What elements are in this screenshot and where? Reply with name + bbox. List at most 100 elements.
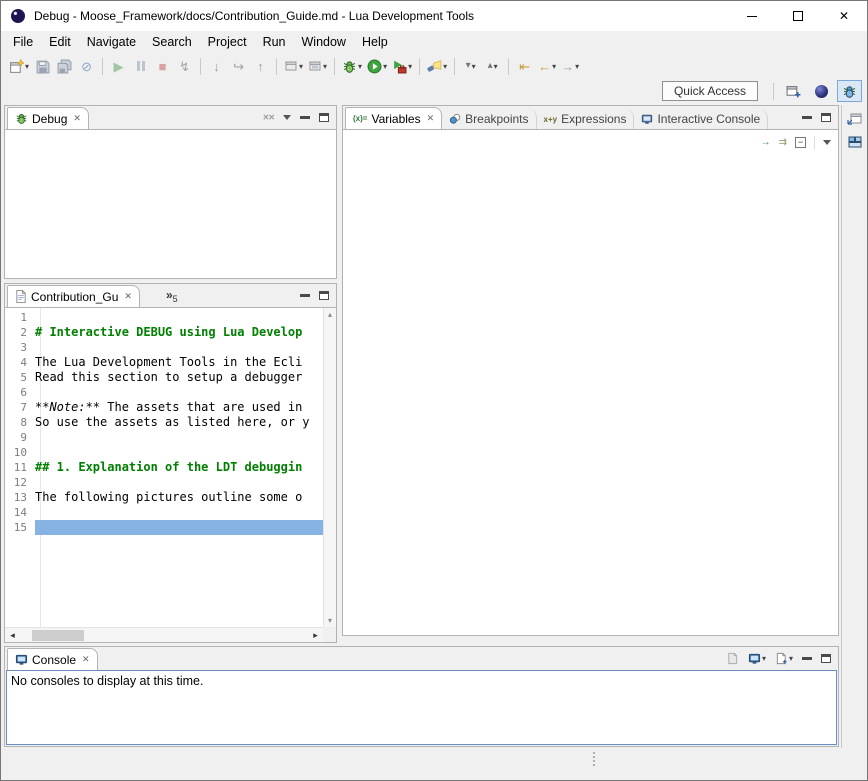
editor-vertical-scrollbar[interactable]: ▴ ▾ [323,308,336,627]
tab-debug[interactable]: Debug ✕ [7,107,89,129]
scrollbar-track[interactable] [20,628,308,642]
next-annotation-button[interactable]: ▾ ▾ [460,55,481,77]
dropdown-arrow-icon: ▾ [358,62,362,71]
view-menu-button[interactable] [283,115,291,120]
back-button[interactable]: ← ▾ [536,55,558,77]
collapse-all-button[interactable]: − [795,137,806,148]
tab-label: Breakpoints [465,112,528,126]
suspend-icon [137,61,145,71]
maximize-icon [793,11,803,21]
tab-close-icon[interactable]: ✕ [73,113,81,124]
line-text [35,340,323,355]
variables-body[interactable]: → ⇉ − [343,129,838,635]
scroll-up-arrow[interactable]: ▴ [328,310,332,319]
window-controls: ✕ [729,1,867,31]
tab-close-icon[interactable]: ✕ [82,654,90,665]
previous-annotation-button[interactable]: ▴ ▾ [482,55,503,77]
editor-horizontal-scrollbar[interactable]: ◂ ▸ [5,627,323,642]
debug-button[interactable]: ▾ [340,55,364,77]
minimize-view-button[interactable] [300,116,310,119]
code-area[interactable]: 1 2# Interactive DEBUG using Lua Develop… [5,310,323,535]
maximize-view-button[interactable] [319,113,329,122]
minimize-view-button[interactable] [802,116,812,119]
splitter-grip[interactable] [593,752,595,766]
run-button[interactable]: ▾ [365,55,389,77]
resume-button[interactable]: ▶ [108,55,129,77]
external-tools-button[interactable]: ▾ [390,55,414,77]
menu-project[interactable]: Project [200,32,255,52]
scrollbar-thumb[interactable] [32,630,84,641]
disconnect-button[interactable]: ↯ [174,55,195,77]
step-into-button[interactable]: ↓ [206,55,227,77]
menu-window[interactable]: Window [294,32,354,52]
editor-body[interactable]: 1 2# Interactive DEBUG using Lua Develop… [5,307,336,642]
line-text [35,310,323,325]
main-toolbar: ▾ ⊘ ▶ ■ ↯ [1,53,867,79]
tab-console[interactable]: Console ✕ [7,648,98,670]
scrollbar-corner [323,627,336,642]
tab-interactive-console[interactable]: Interactive Console [634,109,768,129]
minimize-view-button[interactable] [300,294,310,297]
minimized-view-icon[interactable] [847,135,863,149]
menu-run[interactable]: Run [255,32,294,52]
maximize-view-button[interactable] [821,113,831,122]
step-over-button[interactable]: ↪ [228,55,249,77]
show-logical-structure-button[interactable]: → [761,138,771,148]
maximize-view-button[interactable] [821,654,831,663]
skip-breakpoints-button[interactable]: ⊘ [76,55,97,77]
editor-more-tabs-button[interactable]: » 5 [166,288,178,304]
last-edit-location-button[interactable]: ⇤ [514,55,535,77]
tab-close-icon[interactable]: ✕ [124,291,132,302]
open-console-button[interactable]: ▾ [775,652,793,665]
tab-expressions[interactable]: x+y Expressions [537,109,635,129]
menu-search[interactable]: Search [144,32,200,52]
save-all-button[interactable] [54,55,75,77]
window-title: Debug - Moose_Framework/docs/Contributio… [34,9,474,23]
line-number: 2 [5,326,35,339]
step-return-button[interactable]: ↑ [250,55,271,77]
debug-view-body[interactable] [5,129,336,278]
resume-icon: ▶ [114,60,124,73]
launch-shortcut-button-1[interactable]: ▾ [282,55,305,77]
window-minimize-button[interactable] [729,1,775,31]
launch-shortcut-button-2[interactable]: ▾ [306,55,329,77]
maximize-view-button[interactable] [319,291,329,300]
dropdown-arrow-icon: ▾ [575,62,579,71]
window-close-button[interactable]: ✕ [821,1,867,31]
line-text: The Lua Development Tools in the Ecli [35,355,323,370]
open-console-page-icon[interactable] [726,652,739,665]
menu-navigate[interactable]: Navigate [79,32,144,52]
menu-edit[interactable]: Edit [41,32,79,52]
scroll-left-arrow[interactable]: ◂ [5,630,20,641]
tab-variables[interactable]: (x)= Variables ✕ [345,107,442,129]
tab-close-icon[interactable]: ✕ [427,113,435,124]
minimize-view-button[interactable] [802,657,812,660]
terminate-button[interactable]: ■ [152,55,173,77]
tab-breakpoints[interactable]: Breakpoints [442,109,536,129]
forward-navigation-button[interactable]: ⇉ [779,138,787,148]
menu-help[interactable]: Help [354,32,396,52]
save-button[interactable] [32,55,53,77]
console-body[interactable]: No consoles to display at this time. [6,670,837,745]
scroll-right-arrow[interactable]: ▸ [308,630,323,641]
variables-toolbar: → ⇉ − [343,130,838,155]
forward-button[interactable]: → ▾ [559,55,581,77]
tab-contribution-guide[interactable]: Contribution_Gu ✕ [7,285,140,307]
view-menu-button[interactable] [823,140,831,145]
restore-view-icon[interactable] [847,112,863,126]
tab-label: Console [32,653,76,667]
scroll-down-arrow[interactable]: ▾ [328,616,332,625]
open-perspective-button[interactable] [781,80,806,102]
debug-perspective-button[interactable] [837,80,862,102]
remove-terminated-button[interactable]: ✕✕ [263,113,274,122]
console-icon [15,653,28,666]
ldt-perspective-button[interactable] [809,80,834,102]
display-console-button[interactable]: ▾ [748,652,766,665]
suspend-button[interactable] [130,55,151,77]
editor-line: 14 [5,505,323,520]
window-maximize-button[interactable] [775,1,821,31]
quick-access-button[interactable]: Quick Access [662,81,758,101]
new-wizard-button[interactable]: ▾ [7,55,31,77]
search-button[interactable]: ▾ [425,55,449,77]
menu-file[interactable]: File [5,32,41,52]
